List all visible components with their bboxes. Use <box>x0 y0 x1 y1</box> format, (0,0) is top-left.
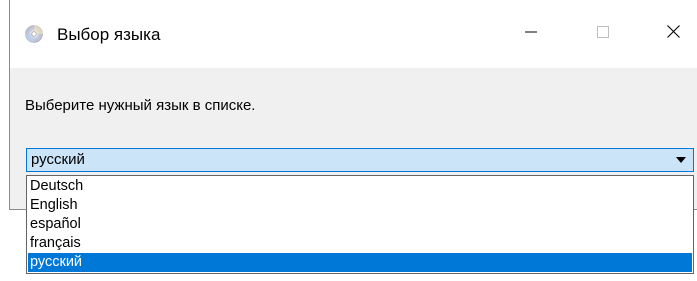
maximize-button <box>580 14 626 54</box>
chevron-down-icon[interactable] <box>676 157 686 163</box>
window-title: Выбор языка <box>57 25 161 44</box>
maximize-icon <box>597 25 609 43</box>
cd-disc-icon <box>25 25 43 43</box>
combobox-selected-value: русский <box>31 151 85 168</box>
language-option-english[interactable]: English <box>28 196 692 215</box>
language-option-deutsch[interactable]: Deutsch <box>28 177 692 196</box>
close-icon <box>666 25 680 43</box>
minimize-button[interactable] <box>508 14 554 54</box>
select-language-prompt: Выберите нужный язык в списке. <box>25 97 256 114</box>
language-option-espanol[interactable]: español <box>28 215 692 234</box>
minimize-icon <box>525 25 537 43</box>
language-option-russian[interactable]: русский <box>28 253 692 272</box>
language-option-francais[interactable]: français <box>28 234 692 253</box>
close-button[interactable] <box>650 14 696 54</box>
language-combobox[interactable]: русский <box>26 148 694 172</box>
title-bar[interactable]: Выбор языка <box>10 0 697 68</box>
language-dropdown-list[interactable]: Deutsch English español français русский <box>26 175 694 274</box>
